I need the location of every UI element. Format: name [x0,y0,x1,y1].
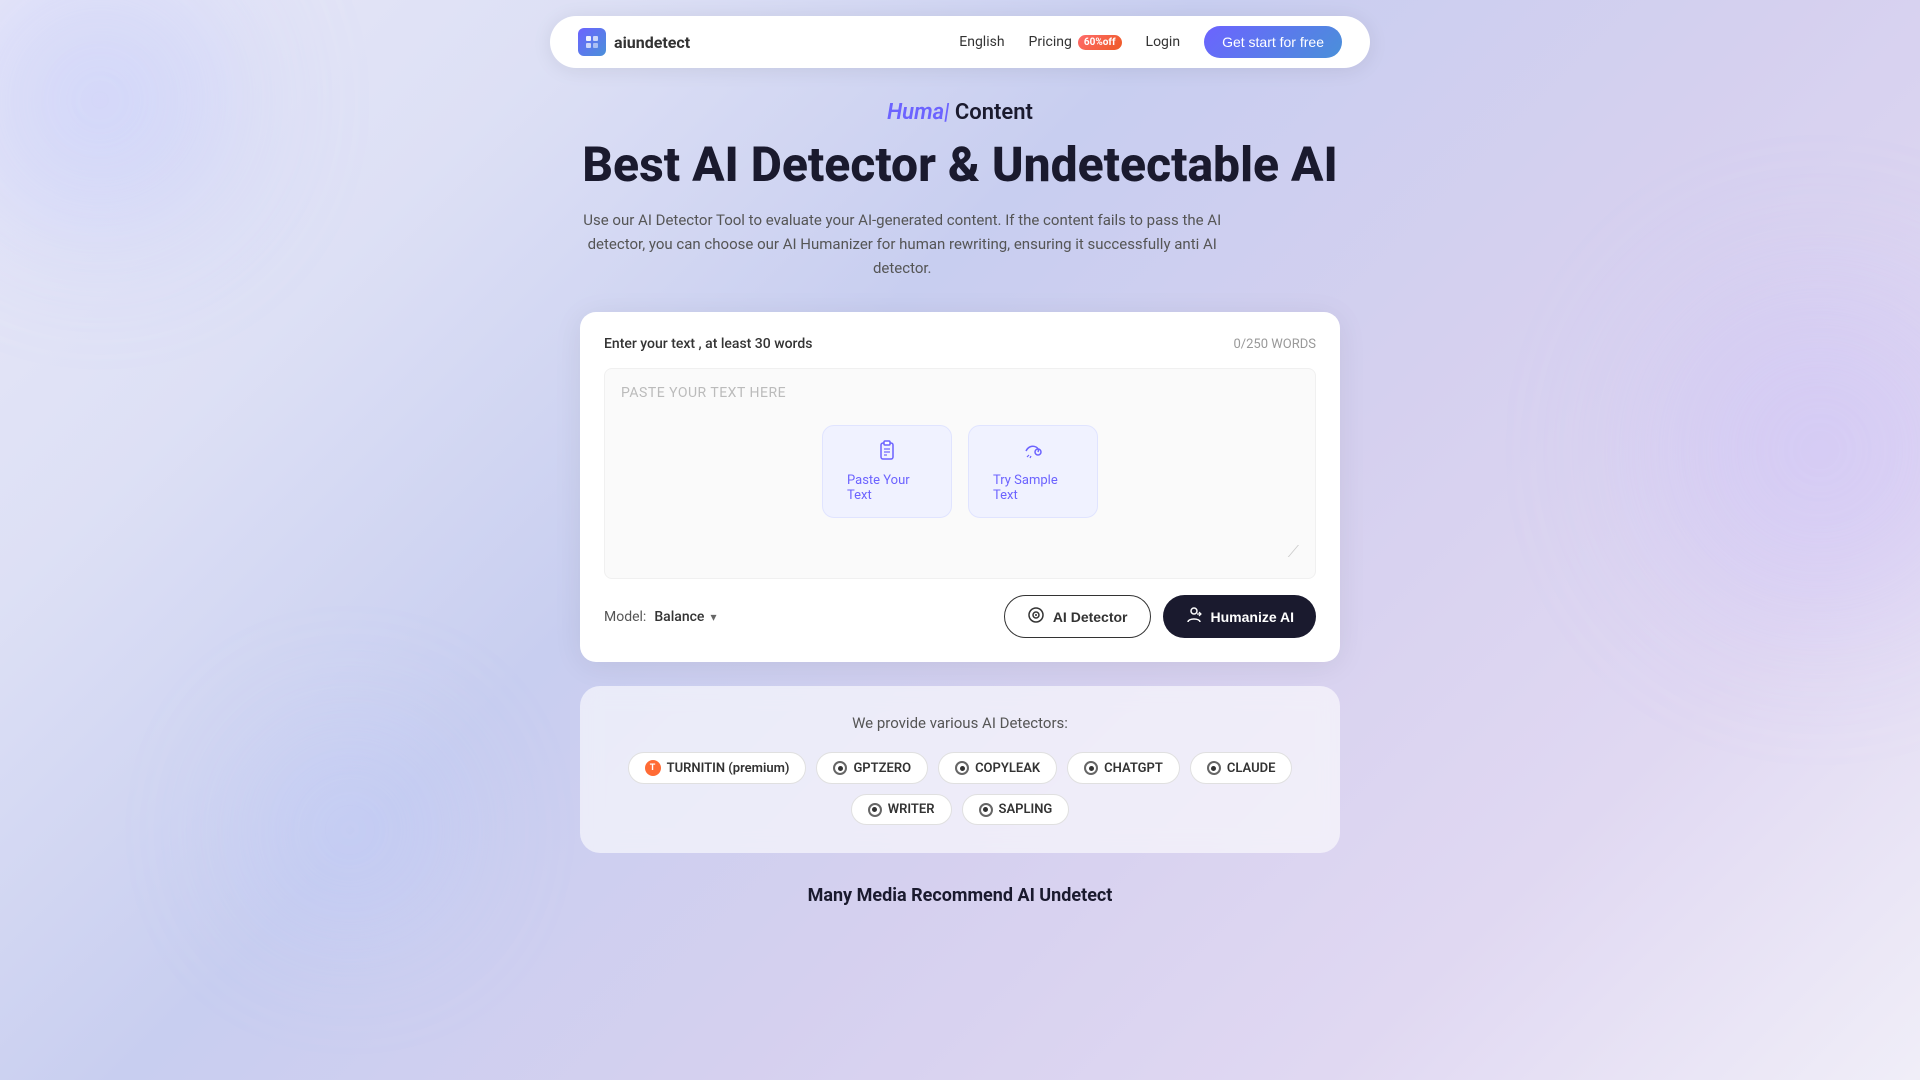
chip-icon-gptzero [833,761,847,775]
logo-text: aiundetect [614,33,690,52]
detector-chip-sapling[interactable]: SAPLING [962,794,1070,825]
hero-title: Best AI Detector & Undetectable AI [582,137,1338,192]
detector-chip-chatgpt[interactable]: CHATGPT [1067,752,1180,784]
resize-handle: ⟋ [621,538,1299,562]
hero-subtitle-content: Content [955,100,1033,125]
chip-label-copyleak: COPYLEAK [975,761,1040,776]
action-buttons-row: AI Detector Humanize AI [1004,595,1316,638]
logo[interactable]: aiundetect [578,28,690,56]
text-input-area[interactable]: PASTE YOUR TEXT HERE Paste Your Text [604,368,1316,579]
chip-icon-writer [868,803,882,817]
humanize-icon [1185,606,1203,627]
text-area-label: Enter your text , at least 30 words [604,336,812,352]
get-start-button[interactable]: Get start for free [1204,26,1342,58]
detector-chip-turnitin[interactable]: T TURNITIN (premium) [628,752,807,784]
nav-login[interactable]: Login [1146,34,1181,50]
detector-chips: T TURNITIN (premium) GPTZERO COPYLEAK CHATGP… [620,752,1300,825]
paste-text-card[interactable]: Paste Your Text [822,425,952,518]
dropdown-arrow-icon: ▾ [710,610,716,624]
sample-icon [1022,440,1044,467]
word-count: 0/250 WORDS [1233,337,1316,352]
hero-section: Huma| Content Best AI Detector & Undetec… [582,100,1338,280]
chip-label-turnitin: TURNITIN (premium) [667,761,790,776]
detector-chip-writer[interactable]: WRITER [851,794,952,825]
hero-subtitle-human: Huma| [887,100,949,125]
bottom-controls: Model: Balance ▾ AI Detector [604,595,1316,638]
nav-pricing: Pricing [1029,34,1072,50]
pricing-off-badge: 60%off [1078,35,1122,50]
chip-icon-copyleak [955,761,969,775]
detector-chip-gptzero[interactable]: GPTZERO [816,752,928,784]
sample-text-card[interactable]: Try Sample Text [968,425,1098,518]
chip-label-claude: CLAUDE [1227,761,1276,776]
detector-chip-copyleak[interactable]: COPYLEAK [938,752,1057,784]
recommend-text: Many Media Recommend AI Undetect [808,885,1113,906]
chip-icon-chatgpt [1084,761,1098,775]
hero-subtitle: Huma| Content [582,100,1338,125]
main-content: Huma| Content Best AI Detector & Undetec… [0,0,1920,906]
nav-links: English Pricing 60%off Login Get start f… [959,26,1342,58]
chip-icon-sapling [979,803,993,817]
sample-text-label: Try Sample Text [993,473,1073,503]
model-dropdown[interactable]: Balance ▾ [654,609,716,625]
ai-detector-icon [1027,606,1045,627]
chip-label-chatgpt: CHATGPT [1104,761,1163,776]
ai-detector-button[interactable]: AI Detector [1004,595,1151,638]
chip-icon-turnitin: T [645,760,661,776]
model-value: Balance [654,609,704,625]
logo-icon [578,28,606,56]
hero-description: Use our AI Detector Tool to evaluate you… [582,208,1222,280]
paste-text-label: Paste Your Text [847,473,927,503]
ai-detector-label: AI Detector [1053,609,1128,625]
action-buttons: Paste Your Text Try Sample Text [621,425,1299,518]
chip-label-sapling: SAPLING [999,802,1053,817]
humanize-button[interactable]: Humanize AI [1163,595,1317,638]
detector-chip-claude[interactable]: CLAUDE [1190,752,1293,784]
text-placeholder: PASTE YOUR TEXT HERE [621,385,786,401]
pricing-nav-item[interactable]: Pricing 60%off [1029,34,1122,50]
humanize-label: Humanize AI [1211,609,1295,625]
nav-english[interactable]: English [959,34,1004,50]
paste-icon [876,440,898,467]
text-input-container: Enter your text , at least 30 words 0/25… [580,312,1340,662]
navbar: aiundetect English Pricing 60%off Login … [550,16,1370,68]
text-area-header: Enter your text , at least 30 words 0/25… [604,336,1316,352]
model-label: Model: [604,609,646,625]
chip-label-gptzero: GPTZERO [853,761,911,776]
detectors-title: We provide various AI Detectors: [620,714,1300,732]
recommend-section: Many Media Recommend AI Undetect [808,885,1113,906]
chip-label-writer: WRITER [888,802,935,817]
model-select: Model: Balance ▾ [604,609,716,625]
chip-icon-claude [1207,761,1221,775]
detectors-section: We provide various AI Detectors: T TURNIT… [580,686,1340,853]
